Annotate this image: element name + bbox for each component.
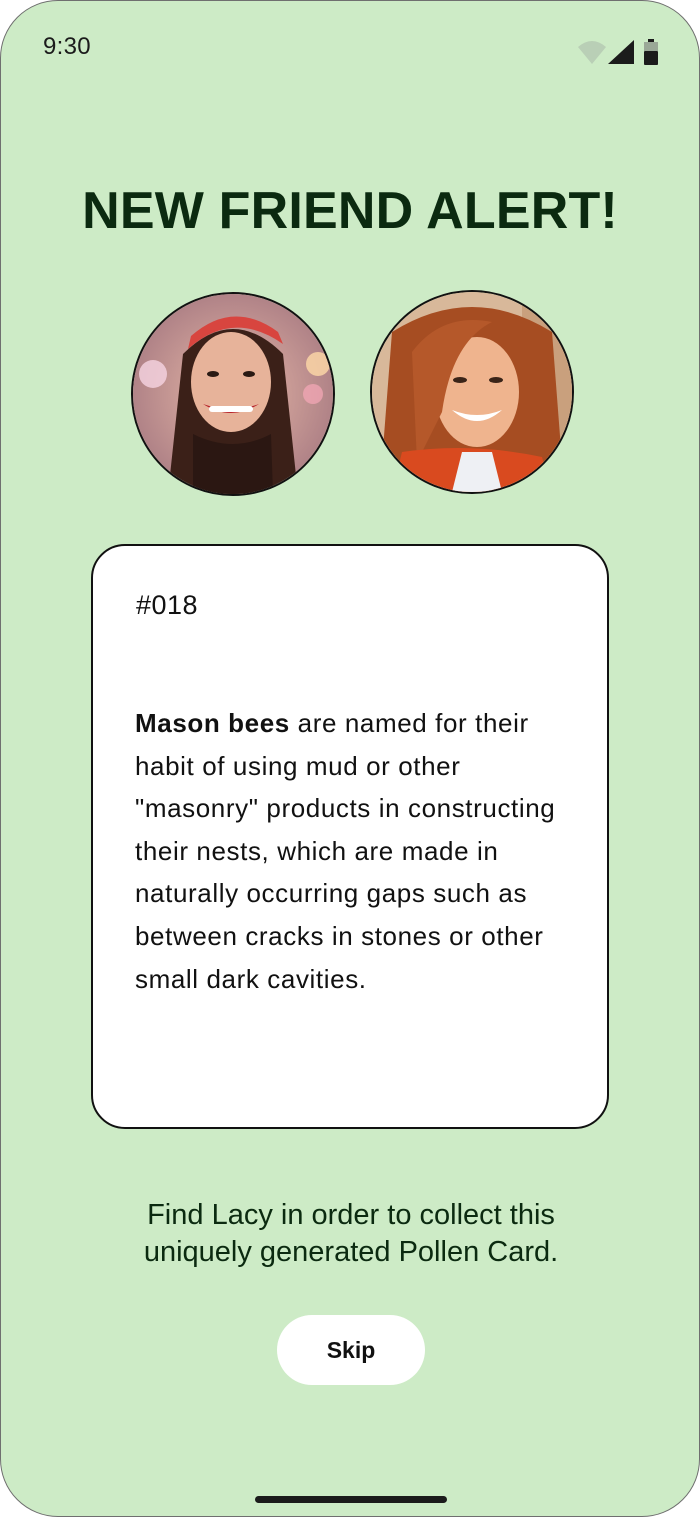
instructions-text: Find Lacy in order to collect this uniqu… bbox=[143, 1199, 559, 1268]
home-indicator[interactable] bbox=[255, 1496, 447, 1503]
status-time: 9:30 bbox=[43, 33, 91, 60]
card-body: are named for their habit of using mud o… bbox=[135, 708, 556, 994]
avatar-friend bbox=[370, 290, 574, 494]
skip-button[interactable]: Skip bbox=[277, 1315, 425, 1385]
card-number: #018 bbox=[136, 590, 199, 620]
wifi-icon bbox=[577, 39, 607, 70]
page-title: NEW FRIEND ALERT! bbox=[82, 182, 618, 240]
phone-screen: 9:30 NEW FRIEND ALERT! #018 Mason bees a… bbox=[0, 0, 700, 1517]
status-bar: 9:30 bbox=[1, 1, 699, 97]
card-description: Mason bees are named for their habit of … bbox=[135, 702, 575, 1000]
cellular-signal-icon bbox=[607, 39, 635, 70]
avatar-user bbox=[131, 292, 335, 496]
battery-icon bbox=[643, 39, 659, 72]
pollen-card: #018 Mason bees are named for their habi… bbox=[91, 544, 609, 1129]
status-icons bbox=[577, 39, 661, 67]
card-subject: Mason bees bbox=[135, 708, 290, 738]
